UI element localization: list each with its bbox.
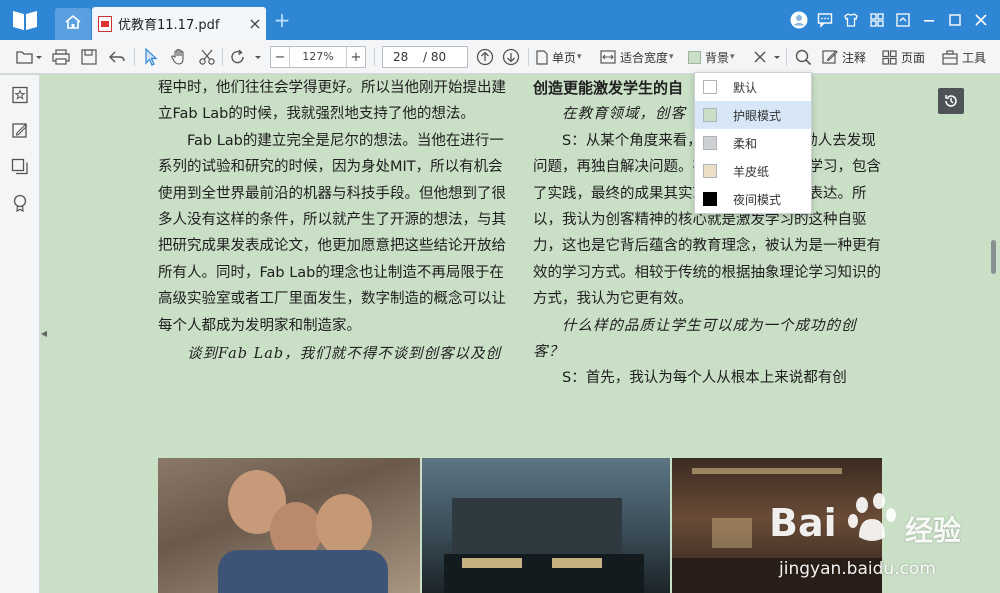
background-label: 背景: [705, 50, 730, 65]
sidebar-collapse-handle[interactable]: ◀: [40, 318, 48, 348]
menu-item-parchment[interactable]: 羊皮纸: [695, 157, 811, 185]
menu-item-night[interactable]: 夜间模式: [695, 185, 811, 213]
page-grid-icon: [882, 49, 897, 65]
page-total: / 80: [423, 50, 447, 64]
zoom-in-button[interactable]: +: [347, 50, 365, 65]
grid-apps-icon[interactable]: [866, 8, 888, 32]
maximize-icon[interactable]: [944, 8, 966, 32]
menu-item-label: 夜间模式: [733, 192, 782, 207]
menu-item-soft[interactable]: 柔和: [695, 129, 811, 157]
history-restore-button[interactable]: [938, 88, 964, 114]
menu-item-default[interactable]: 默认: [695, 73, 811, 101]
left-sidebar: [0, 75, 40, 593]
single-page-button[interactable]: 单页 ▾: [536, 45, 594, 69]
single-page-label: 单页: [552, 50, 577, 65]
menu-item-label: 护眼模式: [733, 108, 782, 123]
page-current: 28: [393, 50, 409, 64]
clock-history-icon: [943, 93, 959, 109]
scrollbar-thumb[interactable]: [991, 240, 996, 274]
fit-width-icon: [600, 50, 616, 64]
new-tab-button[interactable]: +: [272, 9, 292, 31]
baidu-watermark: Bai 经验 jingyan.baidu.com: [765, 483, 1000, 593]
watermark-brand: Bai: [769, 501, 837, 545]
menu-item-label: 柔和: [733, 136, 758, 151]
menu-item-label: 默认: [733, 80, 758, 95]
page-button[interactable]: 页面: [882, 45, 934, 69]
previous-page-button[interactable]: [474, 45, 496, 69]
save-icon[interactable]: [78, 45, 100, 69]
toolbox-icon: [942, 49, 958, 65]
undo-arrow-icon[interactable]: [106, 45, 128, 69]
document-tab[interactable]: 优教育11.17.pdf ×: [92, 7, 266, 40]
close-tab-button[interactable]: ×: [244, 14, 266, 33]
swatch-beige: [703, 164, 717, 178]
swatch-white: [703, 80, 717, 94]
swatch-green: [703, 108, 717, 122]
skin-shirt-icon[interactable]: [840, 8, 862, 32]
fullscreen-icon[interactable]: [892, 8, 914, 32]
page-label: 页面: [901, 50, 926, 65]
menu-item-eye-care[interactable]: 护眼模式: [695, 101, 811, 129]
paragraph: 谈到Fab Lab，我们就不得不谈到创客以及创: [187, 346, 502, 363]
watermark-url: jingyan.baidu.com: [779, 559, 936, 579]
tools-button[interactable]: 工具: [942, 45, 994, 69]
paragraph: S：首先，我认为每个人从根本上来说都有创: [562, 370, 847, 387]
swatch-gray: [703, 136, 717, 150]
app-logo-icon[interactable]: [12, 9, 38, 31]
hand-pan-icon[interactable]: [168, 45, 190, 69]
photo-building: [422, 458, 670, 593]
annotate-label: 注释: [842, 50, 867, 65]
select-cursor-icon[interactable]: [140, 45, 162, 69]
photo-children: [158, 458, 420, 593]
scissors-icon[interactable]: [196, 45, 218, 69]
swatch-black: [703, 192, 717, 206]
print-icon[interactable]: [50, 45, 72, 69]
home-icon: [64, 14, 82, 34]
zoom-level-input[interactable]: 127%: [289, 47, 347, 67]
home-tab[interactable]: [55, 8, 91, 40]
minimize-icon[interactable]: [918, 8, 940, 32]
paw-logo-icon: [845, 489, 903, 551]
watermark-brand-2: 经验: [905, 514, 962, 547]
thumbnails-icon[interactable]: [10, 157, 30, 177]
fit-width-button[interactable]: 适合宽度 ▾: [600, 45, 680, 69]
award-badge-icon[interactable]: [10, 193, 30, 213]
next-page-button[interactable]: [500, 45, 522, 69]
text-column-left: 程中时，他们往往会学得更好。所以当他刚开始提出建立Fab Lab的时候，我就强烈…: [158, 75, 508, 367]
zoom-out-button[interactable]: −: [271, 50, 289, 65]
document-tab-title: 优教育11.17.pdf: [118, 18, 220, 33]
single-page-icon: [536, 49, 548, 65]
background-mode-menu: 默认 护眼模式 柔和 羊皮纸 夜间模式: [694, 72, 812, 214]
bookmark-star-icon[interactable]: [10, 85, 30, 105]
annotation-list-icon[interactable]: [10, 121, 30, 141]
fit-width-label: 适合宽度: [620, 50, 669, 65]
menu-item-label: 羊皮纸: [733, 164, 770, 179]
main-toolbar: − 127% + 28 / 80 单页 ▾ 适合宽度 ▾ 背景 ▾ 注释 页面 …: [0, 40, 1000, 74]
paragraph: Fab Lab的建立完全是尼尔的想法。当他在进行一系列的试验和研究的时候，因为身…: [158, 132, 506, 334]
annotate-button[interactable]: 注释: [822, 45, 874, 69]
search-icon[interactable]: [792, 45, 814, 69]
open-folder-button[interactable]: [12, 45, 46, 69]
crop-tool-button[interactable]: [750, 45, 784, 69]
title-bar: 优教育11.17.pdf × +: [0, 0, 1000, 40]
page-number-input[interactable]: 28 / 80: [382, 46, 468, 68]
rotate-button[interactable]: [228, 45, 264, 69]
background-swatch-icon: [688, 50, 701, 64]
close-window-icon[interactable]: [970, 8, 992, 32]
annotate-pen-icon: [822, 49, 838, 65]
pdf-file-icon: [98, 15, 112, 32]
message-icon[interactable]: [814, 8, 836, 32]
paragraph: 什么样的品质让学生可以成为一个成功的创客？: [533, 317, 857, 361]
paragraph: 程中时，他们往往会学得更好。所以当他刚开始提出建立Fab Lab的时候，我就强烈…: [158, 80, 506, 123]
background-button[interactable]: 背景 ▾: [688, 45, 744, 69]
zoom-control: − 127% +: [270, 46, 366, 68]
tools-label: 工具: [962, 50, 987, 65]
user-avatar-icon[interactable]: [788, 8, 810, 32]
